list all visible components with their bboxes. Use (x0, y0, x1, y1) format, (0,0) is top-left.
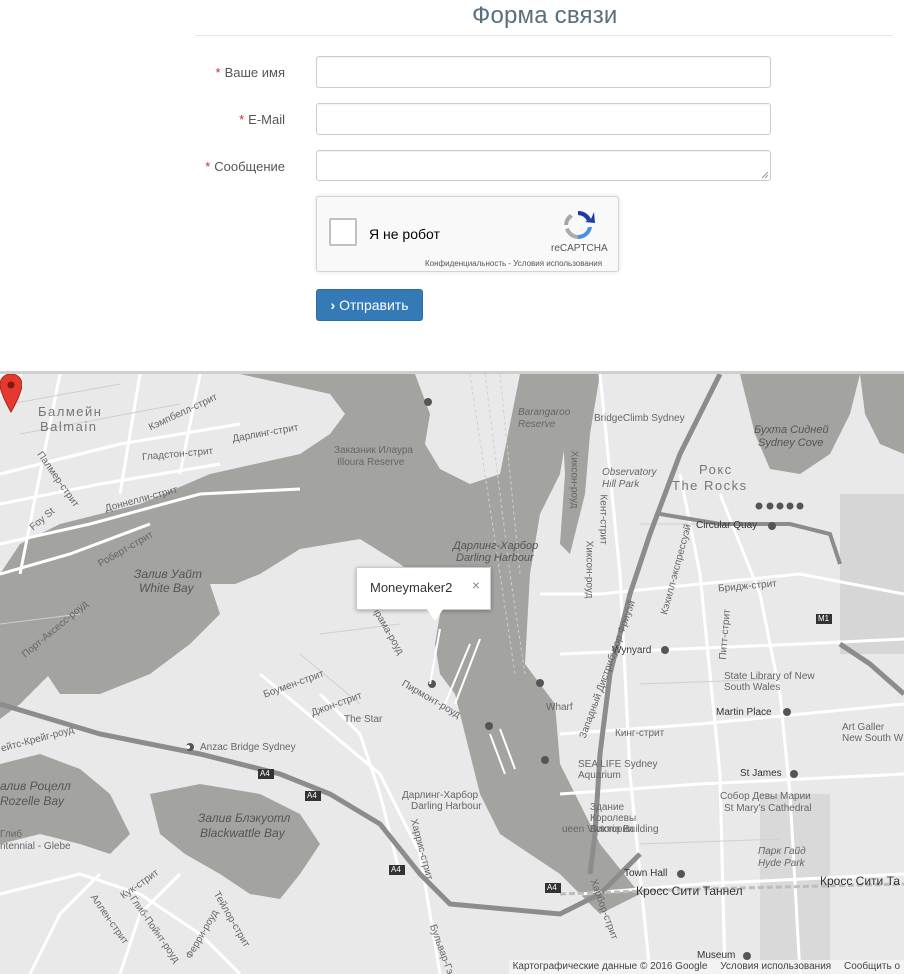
darling-harbour-label-en: Darling Harbour (456, 552, 534, 564)
state-library-label: State Library of New South Wales (724, 671, 815, 693)
hickson-rd-label: Хиксон-роуд (568, 450, 580, 509)
form-title: Форма связи (472, 2, 618, 29)
infowindow-tail (426, 608, 444, 621)
wharf-label: Wharf (546, 702, 573, 713)
email-label: * E-Mail (239, 112, 285, 127)
rozelle-label-ru: алив Роцелл (0, 779, 71, 793)
a4-shield-2: A4 (307, 791, 317, 800)
a4-shield-1: A4 (260, 769, 270, 778)
message-label-text: Сообщение (214, 159, 285, 174)
submit-button[interactable]: › Отправить (316, 289, 423, 321)
balmain-label-ru: Балмейн (38, 404, 103, 419)
rocks-label-en: The Rocks (672, 478, 748, 493)
submit-label: Отправить (339, 297, 409, 313)
hyde-park-label-en: Hyde Park (758, 858, 805, 869)
required-mark: * (215, 65, 221, 80)
m1-shield: M1 (818, 614, 830, 623)
map-data-credit: Картографические данные © 2016 Google (512, 961, 708, 972)
anzac-bridge-label: Anzac Bridge Sydney (200, 742, 296, 753)
a4-shield-4: A4 (547, 883, 557, 892)
name-input[interactable] (316, 56, 771, 88)
chevron-right-icon: › (330, 297, 336, 313)
recaptcha-label: Я не робот (369, 226, 440, 242)
white-bay-label-ru: Залив Уайт (134, 567, 202, 581)
glebe-label: Глиб (0, 829, 23, 840)
message-textarea[interactable] (316, 150, 771, 181)
email-label-text: E-Mail (248, 112, 285, 127)
recaptcha-brand: reCAPTCHA (551, 243, 608, 254)
sea-life-label: SEA LIFE Sydney Aquarium (578, 759, 658, 781)
darling-harbour-label-ru: Дарлинг-Харбор (453, 540, 539, 552)
cross-city-label-2: Кросс Сити Та (820, 874, 901, 888)
infowindow-close-icon[interactable]: × (472, 577, 480, 593)
art-gallery-label: Art Galler New South W (842, 722, 904, 744)
recaptcha-widget: Я не робот reCAPTCHA Конфиденциальность … (316, 196, 619, 272)
park-area (840, 494, 904, 654)
recaptcha-logo-icon (564, 210, 595, 240)
hyde-park-label-ru: Парк Гайд (758, 846, 806, 857)
name-label: * Ваше имя (216, 65, 285, 80)
kent-st-label: Кент-стрит (597, 494, 609, 545)
required-mark: * (205, 159, 211, 174)
glebe-label-2: ntennial - Glebe (0, 841, 71, 852)
balmain-label-en: Balmain (40, 419, 98, 434)
martin-place-label: Martin Place (716, 707, 772, 718)
cross-city-label: Кросс Сити Таннел (636, 884, 743, 898)
map-report-link[interactable]: Сообщить о (844, 961, 900, 972)
rozelle-label-en: Rozelle Bay (0, 794, 65, 808)
required-mark: * (239, 112, 245, 127)
map[interactable]: Балмейн Balmain Рокс The Rocks Залив Уай… (0, 371, 904, 974)
rocks-label-ru: Рокс (699, 462, 733, 477)
infowindow-text: Moneymaker2 (370, 580, 453, 595)
st-marys-label-en: St Mary's Cathedral (724, 803, 812, 814)
recaptcha-checkbox[interactable] (329, 218, 357, 246)
map-infowindow: Moneymaker2 × (356, 567, 491, 610)
barangaroo-label: Barangaroo Reserve (518, 407, 571, 430)
illoura-label-ru: Заказник Илаура (334, 445, 413, 456)
title-divider (195, 35, 893, 36)
illoura-label-en: Illoura Reserve (337, 457, 405, 468)
sydney-cove-label-ru: Бухта Сидней (754, 424, 829, 436)
blackwattle-label-en: Blackwattle Bay (200, 826, 285, 840)
name-label-text: Ваше имя (224, 65, 285, 80)
email-input[interactable] (316, 103, 771, 135)
darling-label-small-en: Darling Harbour (411, 801, 482, 812)
map-marker-icon[interactable] (0, 374, 22, 414)
bridgeclimb-label: BridgeClimb Sydney (594, 413, 685, 424)
map-attribution: Картографические данные © 2016 Google Ус… (508, 960, 904, 974)
circular-quay-label: Circular Quay (696, 520, 758, 531)
hickson-rd-label-2: Хиксон-роуд (583, 540, 595, 599)
king-st-label: Кинг-стрит (615, 728, 665, 739)
darling-label-small-ru: Дарлинг-Харбор (402, 790, 479, 801)
qvb-label-en: ueen Victoria Building (562, 824, 659, 835)
blackwattle-label-ru: Залив Блэкуотл (198, 811, 291, 825)
st-james-label: St James (740, 768, 782, 779)
the-star-label: The Star (344, 714, 383, 725)
resize-grip-icon[interactable] (761, 171, 769, 179)
observatory-label: Observatory Hill Park (602, 467, 657, 490)
map-terms-link[interactable]: Условия использования (720, 961, 831, 972)
st-marys-label-ru: Собор Девы Марии (720, 791, 811, 802)
town-hall-label: Town Hall (624, 868, 668, 879)
sydney-cove-label-en: Sydney Cove (758, 437, 824, 449)
a4-shield-3: A4 (391, 865, 401, 874)
recaptcha-links[interactable]: Конфиденциальность - Условия использован… (425, 259, 602, 268)
white-bay-label-en: White Bay (139, 581, 194, 595)
message-label: * Сообщение (205, 159, 285, 174)
